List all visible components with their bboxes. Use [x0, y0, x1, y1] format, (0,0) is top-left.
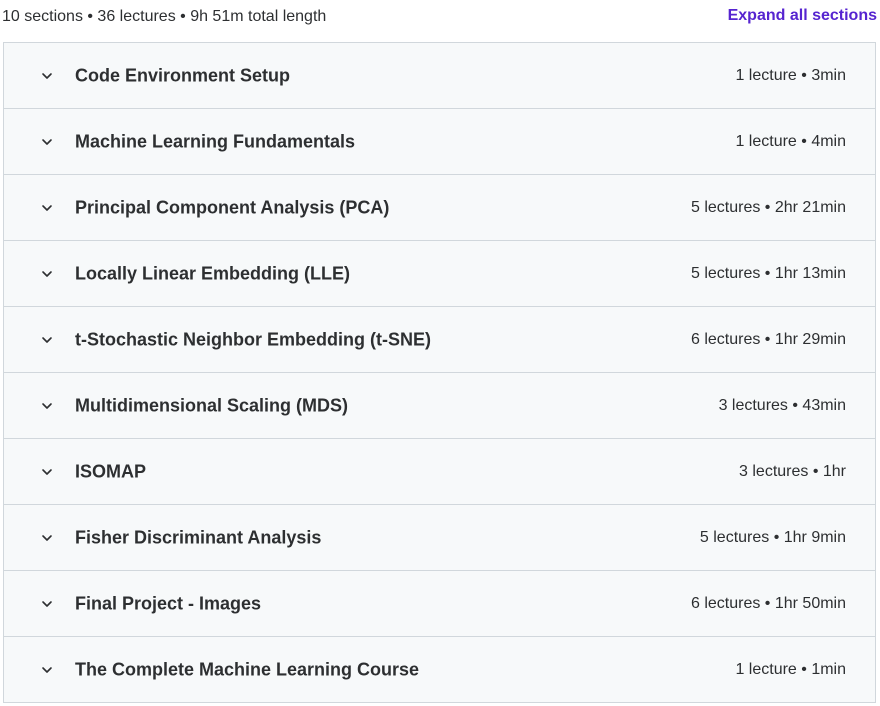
section-row[interactable]: Locally Linear Embedding (LLE) 5 lecture… [4, 240, 875, 306]
chevron-down-icon [41, 664, 53, 676]
section-title: ISOMAP [75, 461, 147, 481]
section-title: Multidimensional Scaling (MDS) [75, 395, 349, 415]
curriculum-section-list: Code Environment Setup 1 lecture • 3min … [3, 42, 876, 703]
section-lecture-info: 1 lecture • 4min [735, 132, 846, 150]
section-lecture-info: 5 lectures • 1hr 9min [699, 528, 846, 546]
chevron-down-icon [41, 136, 53, 148]
section-title: Code Environment Setup [75, 65, 291, 85]
section-row[interactable]: Machine Learning Fundamentals 1 lecture … [4, 108, 875, 174]
section-lecture-info: 1 lecture • 3min [735, 66, 846, 84]
chevron-down-icon [41, 334, 53, 346]
section-row[interactable]: Code Environment Setup 1 lecture • 3min [4, 43, 875, 108]
section-lecture-info: 3 lectures • 1hr [739, 462, 846, 480]
section-row[interactable]: Multidimensional Scaling (MDS) 3 lecture… [4, 372, 875, 438]
chevron-down-icon [41, 532, 53, 544]
section-lecture-info: 5 lectures • 1hr 13min [690, 264, 846, 282]
section-title: The Complete Machine Learning Course [75, 659, 420, 679]
chevron-down-icon [41, 598, 53, 610]
chevron-down-icon [41, 268, 53, 280]
section-lecture-info: 6 lectures • 1hr 50min [690, 594, 846, 612]
chevron-down-icon [41, 202, 53, 214]
section-lecture-info: 1 lecture • 1min [735, 660, 846, 678]
section-title: t-Stochastic Neighbor Embedding (t-SNE) [75, 329, 432, 349]
chevron-down-icon [41, 400, 53, 412]
section-title: Fisher Discriminant Analysis [75, 527, 322, 547]
section-row[interactable]: Final Project - Images 6 lectures • 1hr … [4, 570, 875, 636]
expand-all-sections-button[interactable]: Expand all sections [728, 7, 877, 25]
curriculum-summary-bar: 10 sections • 36 lectures • 9h 51m total… [0, 0, 880, 36]
chevron-down-icon [41, 70, 53, 82]
section-lecture-info: 5 lectures • 2hr 21min [690, 198, 846, 216]
chevron-down-icon [41, 466, 53, 478]
section-title: Principal Component Analysis (PCA) [75, 197, 390, 217]
section-row[interactable]: Fisher Discriminant Analysis 5 lectures … [4, 504, 875, 570]
section-row[interactable]: t-Stochastic Neighbor Embedding (t-SNE) … [4, 306, 875, 372]
section-row[interactable]: ISOMAP 3 lectures • 1hr [4, 438, 875, 504]
section-lecture-info: 6 lectures • 1hr 29min [690, 330, 846, 348]
course-length-summary: 10 sections • 36 lectures • 9h 51m total… [2, 8, 327, 25]
section-row[interactable]: Principal Component Analysis (PCA) 5 lec… [4, 174, 875, 240]
section-title: Machine Learning Fundamentals [75, 131, 356, 151]
section-title: Final Project - Images [75, 593, 262, 613]
section-title: Locally Linear Embedding (LLE) [75, 263, 351, 283]
section-lecture-info: 3 lectures • 43min [718, 396, 846, 414]
section-row[interactable]: The Complete Machine Learning Course 1 l… [4, 636, 875, 702]
